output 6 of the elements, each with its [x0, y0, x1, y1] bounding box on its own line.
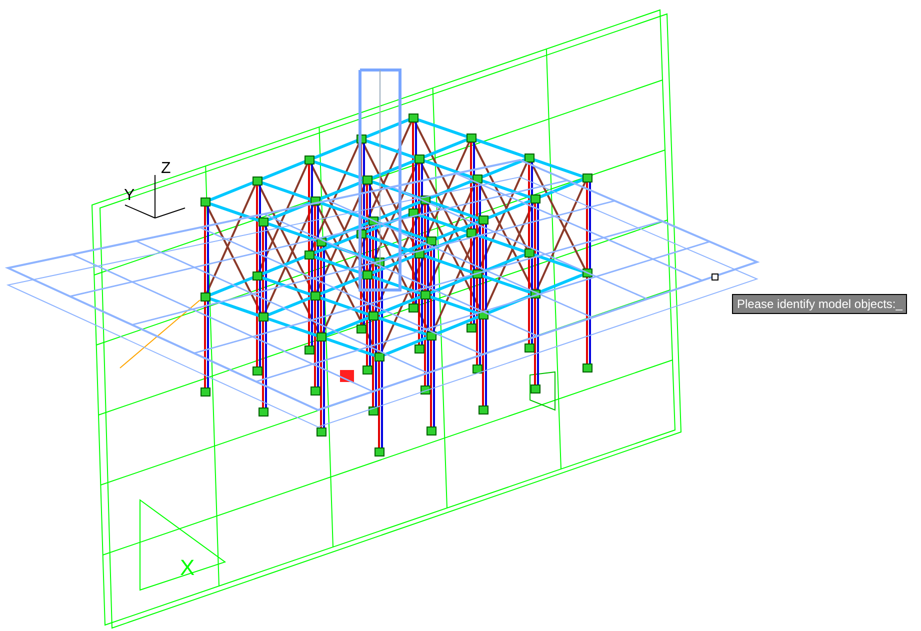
z-axis-label: Z [161, 160, 171, 177]
pickbox-cursor-icon [712, 274, 718, 280]
x-axis-label: X [180, 555, 195, 580]
paper-space-triangle-icon [140, 499, 226, 591]
command-prompt-tooltip: Please identify model objects:_ [732, 294, 908, 314]
ucs-axes-icon [124, 174, 186, 218]
